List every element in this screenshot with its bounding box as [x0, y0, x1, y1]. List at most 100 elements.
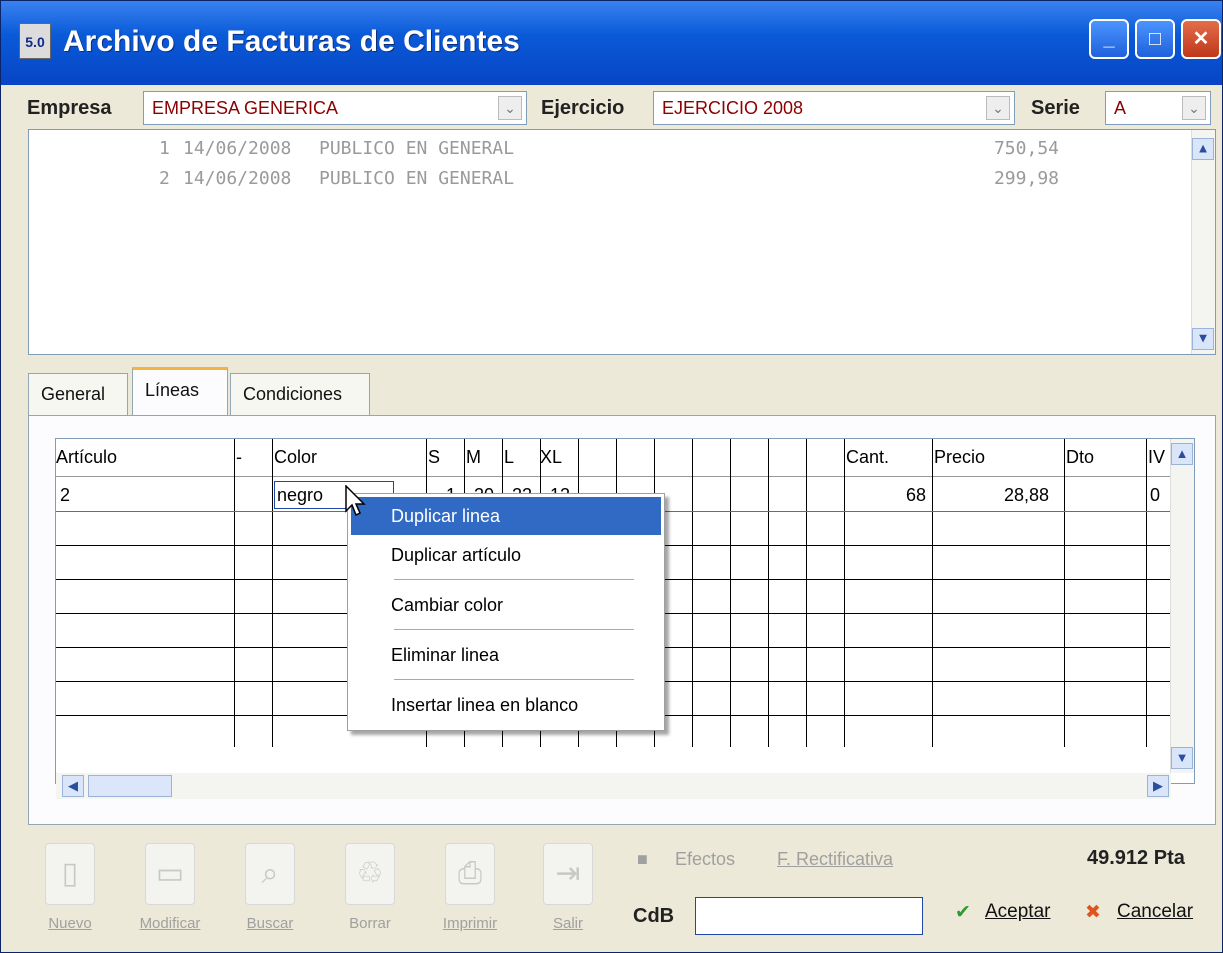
chevron-right-icon[interactable]: ▶ — [1147, 775, 1169, 797]
modificar-label: Modificar — [139, 915, 201, 932]
grid-col-line — [1064, 439, 1065, 747]
grid-col-line — [1146, 439, 1147, 747]
tab-lineas[interactable]: Líneas — [132, 367, 228, 417]
borrar-label: Borrar — [349, 915, 391, 932]
imprimir-label: Imprimir — [442, 915, 498, 932]
rectificativa-button[interactable]: F. Rectificativa — [777, 849, 893, 870]
serie-select[interactable]: A ⌄ — [1105, 91, 1211, 125]
new-document-icon: ▯ — [45, 843, 95, 905]
header-xl: XL — [540, 447, 563, 467]
empresa-label: Empresa — [27, 97, 112, 119]
menu-item-cambiar-color[interactable]: Cambiar color — [351, 586, 661, 624]
grid-col-line — [272, 439, 273, 747]
tab-general[interactable]: General — [28, 373, 128, 417]
aceptar-button[interactable]: Aceptar — [985, 901, 1050, 923]
printer-icon: ⎙ — [445, 843, 495, 905]
tab-condiciones[interactable]: Condiciones — [230, 373, 370, 417]
efectos-button[interactable]: Efectos — [675, 849, 735, 870]
menu-separator — [394, 579, 634, 580]
invoice-client: PUBLICO EN GENERAL — [319, 138, 515, 159]
invoice-list[interactable]: 1 14/06/2008 PUBLICO EN GENERAL 750,54 2… — [28, 129, 1216, 355]
grid-col-line — [234, 439, 235, 747]
header-color: Color — [274, 447, 318, 467]
maximize-button[interactable]: □ — [1135, 19, 1175, 59]
chevron-down-icon[interactable]: ⌄ — [498, 96, 522, 120]
header-dash: - — [236, 447, 242, 467]
grid-col-line — [768, 439, 769, 747]
menu-item-duplicar-linea[interactable]: Duplicar linea — [351, 497, 661, 535]
list-item[interactable]: 2 14/06/2008 PUBLICO EN GENERAL 299,98 — [29, 168, 1189, 196]
cell-articulo[interactable]: 2 — [60, 485, 70, 506]
search-icon: ⌕ — [245, 843, 295, 905]
chevron-down-icon[interactable]: ⌄ — [986, 96, 1010, 120]
window-title: Archivo de Facturas de Clientes — [63, 25, 520, 58]
chevron-down-icon[interactable]: ▼ — [1192, 328, 1214, 350]
buscar-label: Buscar — [246, 915, 294, 932]
close-button[interactable]: ✕ — [1181, 19, 1221, 59]
cancelar-button[interactable]: Cancelar — [1117, 901, 1193, 923]
empresa-value: EMPRESA GENERICA — [152, 98, 339, 118]
header-iva: IV — [1148, 447, 1166, 467]
menu-item-insertar-linea[interactable]: Insertar linea en blanco — [351, 686, 661, 724]
chevron-up-icon[interactable]: ▲ — [1192, 138, 1214, 160]
empresa-select[interactable]: EMPRESA GENERICA ⌄ — [143, 91, 527, 125]
title-bar[interactable]: 5.0 Archivo de Facturas de Clientes _ □ … — [1, 1, 1222, 85]
invoice-date: 14/06/2008 — [183, 138, 292, 159]
nuevo-button[interactable]: ▯ Nuevo — [37, 839, 103, 939]
trash-icon: ♲ — [345, 843, 395, 905]
briefcase-icon: ■ — [637, 849, 648, 869]
vertical-scrollbar[interactable]: ▲ ▼ — [1191, 130, 1215, 354]
invoice-number: 2 — [159, 168, 170, 189]
invoice-amount: 750,54 — [993, 138, 1059, 159]
nuevo-label: Nuevo — [48, 915, 92, 932]
chevron-up-icon[interactable]: ▲ — [1171, 443, 1193, 465]
minimize-button[interactable]: _ — [1089, 19, 1129, 59]
exit-door-icon: ⇥ — [543, 843, 593, 905]
invoice-date: 14/06/2008 — [183, 168, 292, 189]
invoice-number: 1 — [159, 138, 170, 159]
menu-item-duplicar-articulo[interactable]: Duplicar artículo — [351, 536, 661, 574]
chevron-down-icon[interactable]: ⌄ — [1182, 96, 1206, 120]
scroll-thumb[interactable] — [88, 775, 172, 797]
ejercicio-select[interactable]: EJERCICIO 2008 ⌄ — [653, 91, 1015, 125]
grid-col-line — [730, 439, 731, 747]
cell-cant[interactable]: 68 — [906, 485, 926, 506]
cdb-label: CdB — [633, 905, 675, 927]
modificar-button[interactable]: ▭ Modificar — [137, 839, 203, 939]
cross-icon: ✖ — [1085, 902, 1101, 923]
invoice-window: 5.0 Archivo de Facturas de Clientes _ □ … — [0, 0, 1223, 953]
grid-vertical-scrollbar[interactable]: ▲ ▼ — [1170, 439, 1194, 773]
grid-horizontal-scrollbar[interactable]: ◀ ▶ — [56, 773, 1171, 799]
header-dto: Dto — [1066, 447, 1095, 467]
mouse-cursor-icon — [345, 485, 366, 517]
grid-col-line — [844, 439, 845, 747]
header-cant: Cant. — [846, 447, 890, 467]
list-item[interactable]: 1 14/06/2008 PUBLICO EN GENERAL 750,54 — [29, 138, 1189, 166]
header-articulo: Artículo — [56, 447, 118, 467]
grid-col-line — [692, 439, 693, 747]
ejercicio-label: Ejercicio — [541, 97, 625, 119]
open-folder-icon: ▭ — [145, 843, 195, 905]
imprimir-button[interactable]: ⎙ Imprimir — [437, 839, 503, 939]
menu-item-eliminar-linea[interactable]: Eliminar linea — [351, 636, 661, 674]
serie-label: Serie — [1031, 97, 1080, 119]
header-s: S — [428, 447, 441, 467]
header-precio: Precio — [934, 447, 986, 467]
cdb-input[interactable] — [695, 897, 923, 935]
invoice-client: PUBLICO EN GENERAL — [319, 168, 515, 189]
grid-col-line — [806, 439, 807, 747]
invoice-total: 49.912 Pta — [1087, 847, 1185, 869]
menu-separator — [394, 629, 634, 630]
cell-precio[interactable]: 28,88 — [1004, 485, 1049, 506]
grid-col-line — [932, 439, 933, 747]
header-m: M — [466, 447, 481, 467]
checkmark-icon: ✔ — [955, 902, 971, 923]
cell-iva[interactable]: 0 — [1150, 485, 1160, 506]
salir-button[interactable]: ⇥ Salir — [535, 839, 601, 939]
buscar-button[interactable]: ⌕ Buscar — [237, 839, 303, 939]
menu-separator — [394, 679, 634, 680]
chevron-left-icon[interactable]: ◀ — [62, 775, 84, 797]
chevron-down-icon[interactable]: ▼ — [1171, 747, 1193, 769]
borrar-button[interactable]: ♲ Borrar — [337, 839, 403, 939]
grid-header: Artículo - Color S M L XL Cant. Precio D… — [56, 439, 1171, 477]
